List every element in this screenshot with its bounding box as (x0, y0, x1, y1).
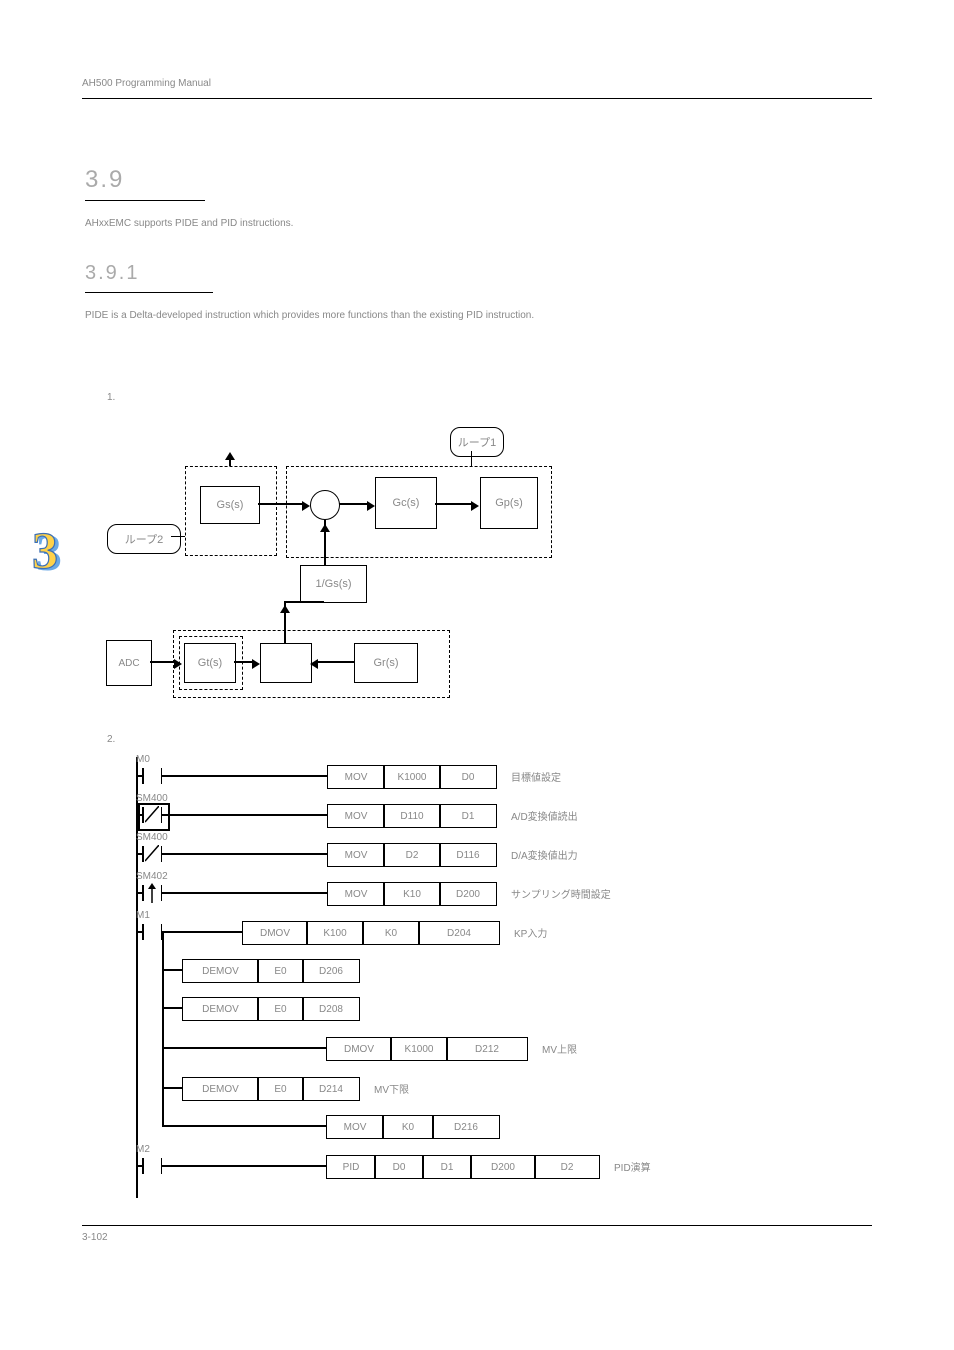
rung-line (162, 1125, 326, 1127)
ladder-cell: D116 (439, 843, 497, 867)
doc-title: AH500 Programming Manual (82, 78, 211, 89)
ladder-cell: D216 (432, 1115, 500, 1139)
gr-box: Gr(s) (354, 643, 418, 683)
contact-label: M1 (136, 910, 150, 921)
rung-hint: KP入力 (514, 925, 547, 940)
sum2-box (260, 643, 312, 683)
ladder-cell: MOV (327, 804, 385, 828)
top-rule (82, 98, 872, 99)
rung-hint: サンプリング時間設定 (511, 886, 611, 901)
rung-hint: MV下限 (374, 1081, 409, 1096)
bottom-rule (82, 1225, 872, 1226)
rung-hint: A/D変換値読出 (511, 808, 578, 823)
ladder-cell: E0 (257, 959, 304, 983)
svg-text:3: 3 (32, 523, 58, 580)
ladder-cell: DMOV (242, 921, 308, 945)
ladder-cell: DEMOV (182, 1077, 259, 1101)
item-1-number: 1. (107, 392, 115, 403)
contact-label: SM402 (136, 871, 168, 882)
ladder-cell: K100 (306, 921, 364, 945)
ladder-cell: D1 (422, 1155, 472, 1179)
ladder-cell: D214 (302, 1077, 360, 1101)
rung-line (162, 1047, 326, 1049)
ladder-cell: D2 (383, 843, 441, 867)
item-2-number: 2. (107, 734, 115, 745)
page: AH500 Programming Manual 3.9 AHxxEMC sup… (0, 0, 954, 1350)
ladder-cell: DEMOV (182, 997, 259, 1021)
rung-line (162, 1087, 182, 1089)
intro-text-2: PIDE is a Delta-developed instruction wh… (85, 310, 855, 321)
ladder-cell: K1000 (383, 765, 441, 789)
ladder-cell: K1000 (390, 1037, 448, 1061)
ladder-cell: K0 (382, 1115, 434, 1139)
rung-hint: D/A変換値出力 (511, 847, 578, 862)
intro-text-1: AHxxEMC supports PIDE and PID instructio… (85, 218, 855, 229)
ladder-cell: MOV (327, 882, 385, 906)
contact-sm400 (142, 807, 162, 823)
rung-line (162, 1007, 182, 1009)
rung-hint: MV上限 (542, 1041, 577, 1056)
ladder-cell: MOV (326, 1115, 384, 1139)
rung-line (162, 969, 182, 971)
ladder-cell: MOV (327, 843, 385, 867)
gt-box: Gt(s) (184, 643, 236, 683)
ladder-cell: MOV (327, 765, 385, 789)
subsection-underline (85, 292, 213, 293)
fb-box: 1/Gs(s) (300, 565, 367, 603)
ladder-cell: D200 (470, 1155, 536, 1179)
sum-junction (310, 490, 340, 520)
ladder-cell: E0 (257, 997, 304, 1021)
ladder-cell: K0 (362, 921, 420, 945)
callout-loop1: ループ1 (450, 427, 504, 457)
gs-box: Gs(s) (200, 486, 260, 524)
ladder-cell: D2 (534, 1155, 600, 1179)
contact-sm402 (142, 885, 162, 901)
ladder-cell: D212 (446, 1037, 528, 1061)
contact-sm400 (142, 846, 162, 862)
rung-hint: PID演算 (614, 1159, 651, 1174)
gc-box: Gc(s) (375, 477, 437, 529)
ladder-cell: K10 (383, 882, 441, 906)
contact-m1 (142, 924, 162, 940)
rung-hint: 目標値設定 (511, 769, 561, 784)
section-underline (85, 200, 205, 201)
subsection-number: 3.9.1 (85, 262, 139, 285)
ladder-cell: D200 (439, 882, 497, 906)
contact-m2 (142, 1158, 162, 1174)
ladder-cell: D0 (374, 1155, 424, 1179)
chapter-badge: 3 3 (28, 520, 80, 587)
page-number: 3-102 (82, 1232, 108, 1243)
ladder-cell: D208 (302, 997, 360, 1021)
ladder-cell: DMOV (326, 1037, 392, 1061)
ladder-cell: D204 (418, 921, 500, 945)
ladder-cell: DEMOV (182, 959, 259, 983)
contact-label: SM400 (136, 793, 168, 804)
contact-label: M2 (136, 1144, 150, 1155)
section-number: 3.9 (85, 166, 124, 194)
contact-label: SM400 (136, 832, 168, 843)
adc-box: ADC (106, 640, 152, 686)
gp-box: Gp(s) (480, 477, 538, 529)
contact-label: M0 (136, 754, 150, 765)
ladder-cell: D1 (439, 804, 497, 828)
callout-loop2: ループ2 (107, 524, 181, 554)
ladder-cell: PID (326, 1155, 376, 1179)
ladder-cell: D0 (439, 765, 497, 789)
ladder-cell: D110 (383, 804, 441, 828)
contact-m0 (142, 768, 162, 784)
ladder-cell: D206 (302, 959, 360, 983)
ladder-cell: E0 (257, 1077, 304, 1101)
